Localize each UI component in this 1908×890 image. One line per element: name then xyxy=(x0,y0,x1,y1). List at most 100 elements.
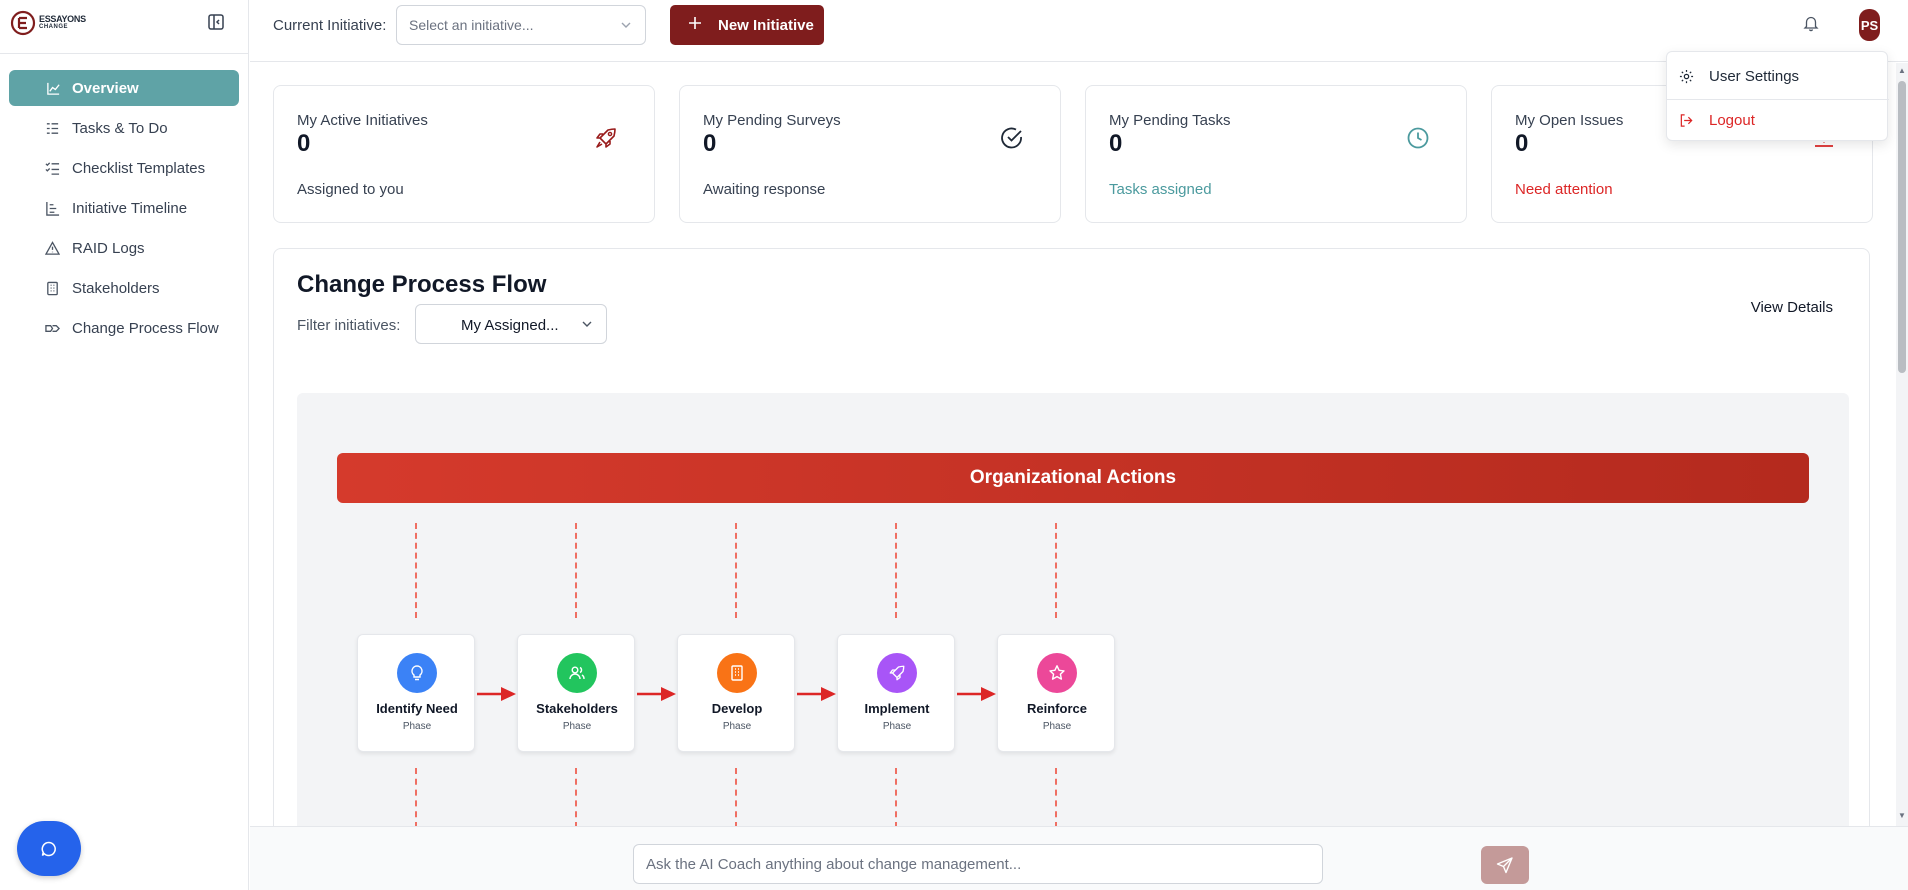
stat-title: My Open Issues xyxy=(1515,112,1624,129)
sidebar-item-label: Stakeholders xyxy=(72,279,160,297)
sidebar-item-label: Change Process Flow xyxy=(72,319,219,337)
view-details-button[interactable]: View Details xyxy=(1751,299,1833,316)
gear-icon xyxy=(1679,69,1694,84)
sidebar-item-label: Tasks & To Do xyxy=(72,119,168,137)
plus-icon xyxy=(689,17,701,29)
user-menu-dropdown: User Settings Logout xyxy=(1666,51,1889,141)
send-icon xyxy=(1496,857,1513,874)
phase-icon-circle xyxy=(557,653,597,693)
menu-item-label: Logout xyxy=(1709,111,1755,129)
new-initiative-label: New Initiative xyxy=(718,16,814,34)
rocket-icon xyxy=(596,128,616,148)
ai-send-button[interactable] xyxy=(1481,846,1529,884)
connector-line xyxy=(895,768,897,826)
sidebar-nav: Overview Tasks & To Do Checklist Templat… xyxy=(0,54,248,346)
new-initiative-button[interactable]: New Initiative xyxy=(670,5,824,45)
sidebar-item-checklist-templates[interactable]: Checklist Templates xyxy=(9,150,239,186)
connector-line xyxy=(895,523,897,618)
sidebar-item-label: Overview xyxy=(72,79,139,97)
stat-value: 0 xyxy=(1515,130,1529,157)
sidebar-item-label: Initiative Timeline xyxy=(72,199,188,217)
connector-line xyxy=(415,768,417,826)
sidebar-item-tasks[interactable]: Tasks & To Do xyxy=(9,110,239,146)
connector-line xyxy=(415,523,417,618)
phase-name: Stakeholders xyxy=(536,701,618,716)
connector-line xyxy=(1055,523,1057,618)
menu-item-label: User Settings xyxy=(1709,67,1800,85)
filter-initiatives-select[interactable]: My Assigned... xyxy=(415,304,607,344)
filter-label: Filter initiatives: xyxy=(297,317,401,334)
organizational-actions-banner: Organizational Actions xyxy=(337,453,1809,503)
filter-select-value: My Assigned... xyxy=(461,317,559,334)
collapse-sidebar-icon[interactable] xyxy=(206,12,226,32)
logout-menu-item[interactable]: Logout xyxy=(1667,100,1889,140)
stat-value: 0 xyxy=(297,130,311,157)
arrow-right-icon xyxy=(957,687,996,701)
stat-title: My Pending Surveys xyxy=(703,112,841,129)
chat-button[interactable] xyxy=(17,821,81,876)
phase-develop[interactable]: Develop Phase xyxy=(677,634,795,752)
connector-line xyxy=(735,523,737,618)
connector-line xyxy=(575,523,577,618)
phase-type: Phase xyxy=(402,721,432,732)
logo[interactable]: ESSAYONS CHANGE xyxy=(10,10,86,36)
sidebar-item-label: Checklist Templates xyxy=(72,159,206,177)
main-content: My Active Initiatives 0 Assigned to you … xyxy=(250,63,1896,826)
flow-canvas: Organizational Actions Identify Need Pha… xyxy=(297,393,1849,826)
building-icon xyxy=(731,665,743,681)
scroll-down-arrow-icon[interactable]: ▼ xyxy=(1898,811,1906,820)
sidebar: ESSAYONS CHANGE Overview Tasks & To Do C… xyxy=(0,0,249,890)
scroll-up-arrow-icon[interactable]: ▲ xyxy=(1898,66,1906,75)
stat-value: 0 xyxy=(1109,130,1123,157)
stat-card-pending-tasks: My Pending Tasks 0 Tasks assigned xyxy=(1085,85,1467,223)
phase-type: Phase xyxy=(882,721,912,732)
avatar[interactable]: PS xyxy=(1859,9,1880,41)
phase-identify-need[interactable]: Identify Need Phase xyxy=(357,634,475,752)
phase-implement[interactable]: Implement Phase xyxy=(837,634,955,752)
flow-title: Change Process Flow xyxy=(297,271,547,298)
phase-name: Develop xyxy=(711,701,763,716)
arrow-right-icon xyxy=(797,687,836,701)
warning-triangle-icon xyxy=(45,241,60,255)
workflow-icon xyxy=(45,325,60,332)
users-icon xyxy=(569,666,585,680)
chat-bubble-icon xyxy=(41,841,56,856)
stat-title: My Pending Tasks xyxy=(1109,112,1231,129)
clock-icon xyxy=(1407,127,1429,149)
chevron-down-icon xyxy=(582,321,592,327)
sidebar-item-overview[interactable]: Overview xyxy=(9,70,239,106)
initiative-select[interactable]: Select an initiative... xyxy=(396,5,646,45)
sidebar-item-stakeholders[interactable]: Stakeholders xyxy=(9,270,239,306)
user-settings-menu-item[interactable]: User Settings xyxy=(1667,56,1889,96)
logo-mark-icon xyxy=(10,10,36,36)
main-scrollbar[interactable]: ▲ ▼ xyxy=(1896,63,1908,826)
bell-icon[interactable] xyxy=(1802,14,1820,32)
phase-icon-circle xyxy=(877,653,917,693)
sidebar-item-initiative-timeline[interactable]: Initiative Timeline xyxy=(9,190,239,226)
stat-title: My Active Initiatives xyxy=(297,112,428,129)
top-bar: Current Initiative: Select an initiative… xyxy=(250,0,1908,62)
phase-reinforce[interactable]: Reinforce Phase xyxy=(997,634,1115,752)
sidebar-item-change-process-flow[interactable]: Change Process Flow xyxy=(9,310,239,346)
lightbulb-icon xyxy=(411,665,423,681)
ai-coach-input[interactable] xyxy=(633,844,1323,884)
phase-stakeholders[interactable]: Stakeholders Phase xyxy=(517,634,635,752)
rocket-icon xyxy=(889,665,905,681)
chevron-down-icon xyxy=(621,22,631,28)
avatar-initials: PS xyxy=(1860,17,1879,33)
logo-line-2: CHANGE xyxy=(39,24,69,30)
list-icon xyxy=(46,123,59,134)
arrow-right-icon xyxy=(477,687,516,701)
stat-subtitle: Tasks assigned xyxy=(1109,181,1212,198)
scrollbar-thumb[interactable] xyxy=(1898,81,1906,373)
stat-subtitle: Awaiting response xyxy=(703,181,826,198)
arrow-right-icon xyxy=(637,687,676,701)
brand-header: ESSAYONS CHANGE xyxy=(0,0,248,54)
stat-card-pending-surveys: My Pending Surveys 0 Awaiting response xyxy=(679,85,1061,223)
phase-type: Phase xyxy=(1042,721,1072,732)
phase-name: Reinforce xyxy=(1027,701,1087,716)
logo-text: ESSAYONS CHANGE xyxy=(39,15,86,31)
phase-type: Phase xyxy=(562,721,592,732)
sidebar-item-raid-logs[interactable]: RAID Logs xyxy=(9,230,239,266)
connector-line xyxy=(1055,768,1057,826)
